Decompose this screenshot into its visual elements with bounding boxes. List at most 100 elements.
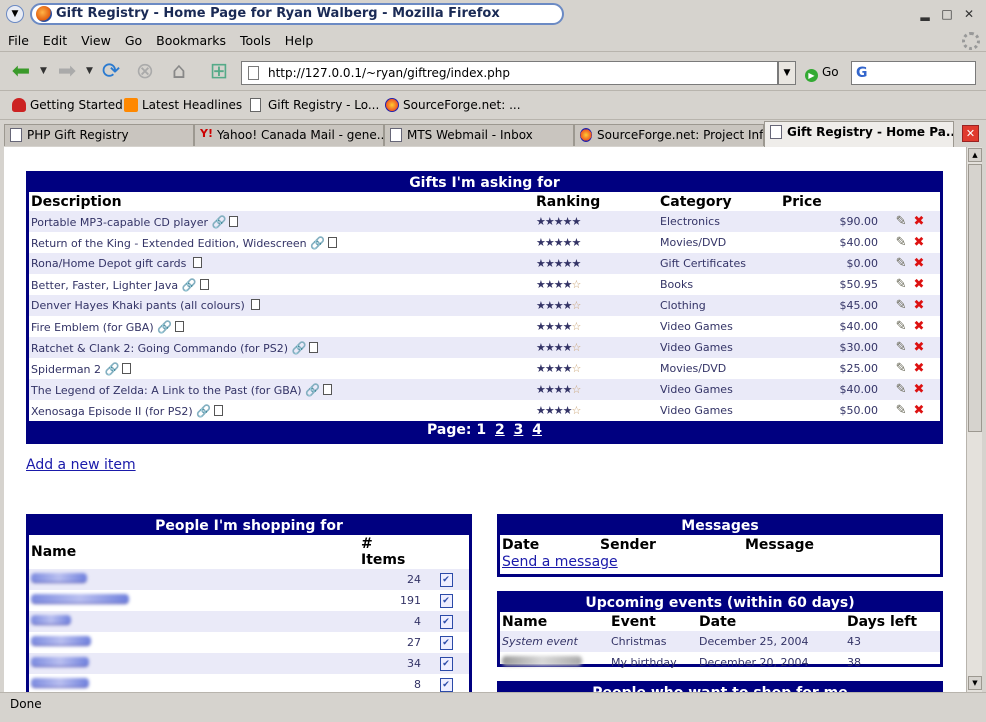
notes-icon[interactable] bbox=[309, 341, 319, 353]
edit-pencil-icon[interactable]: ✎ bbox=[896, 403, 907, 418]
link-icon[interactable]: 🔗 bbox=[182, 278, 197, 292]
gift-name-link[interactable]: The Legend of Zelda: A Link to the Past … bbox=[31, 384, 302, 397]
gift-name-link[interactable]: Better, Faster, Lighter Java bbox=[31, 279, 178, 292]
shopping-name[interactable] bbox=[29, 632, 359, 653]
bookmark-gift-registry[interactable]: Gift Registry - Lo... bbox=[250, 98, 379, 112]
scroll-up-icon[interactable]: ▲ bbox=[968, 148, 982, 162]
delete-icon[interactable]: ✖ bbox=[914, 298, 925, 313]
delete-icon[interactable]: ✖ bbox=[914, 382, 925, 397]
edit-pencil-icon[interactable]: ✎ bbox=[896, 214, 907, 229]
pager-page-2[interactable]: 2 bbox=[495, 422, 505, 438]
tab-mts-webmail[interactable]: MTS Webmail - Inbox bbox=[384, 124, 574, 146]
stop-icon[interactable]: ⊗ bbox=[130, 58, 160, 86]
forward-arrow-icon[interactable]: ➡ bbox=[52, 58, 82, 86]
checklist-icon[interactable]: ✔ bbox=[439, 657, 453, 671]
edit-pencil-icon[interactable]: ✎ bbox=[896, 340, 907, 355]
delete-icon[interactable]: ✖ bbox=[914, 361, 925, 376]
link-icon[interactable]: 🔗 bbox=[157, 320, 172, 334]
edit-pencil-icon[interactable]: ✎ bbox=[896, 298, 907, 313]
shopping-name[interactable] bbox=[29, 590, 359, 611]
shopping-name[interactable] bbox=[29, 653, 359, 674]
checklist-icon[interactable]: ✔ bbox=[439, 636, 453, 650]
menu-view[interactable]: View bbox=[73, 30, 117, 48]
link-icon[interactable]: 🔗 bbox=[105, 362, 120, 376]
minimize-button[interactable]: ▂ bbox=[916, 6, 934, 24]
menu-edit[interactable]: Edit bbox=[35, 30, 73, 48]
menu-bookmarks[interactable]: Bookmarks bbox=[148, 30, 232, 48]
back-arrow-icon[interactable]: ⬅ bbox=[6, 58, 36, 86]
new-tab-icon[interactable]: ⊞ bbox=[204, 58, 234, 86]
menu-help[interactable]: Help bbox=[277, 30, 320, 48]
notes-icon[interactable] bbox=[229, 215, 239, 227]
edit-pencil-icon[interactable]: ✎ bbox=[896, 256, 907, 271]
link-icon[interactable]: 🔗 bbox=[310, 236, 325, 250]
delete-icon[interactable]: ✖ bbox=[914, 277, 925, 292]
notes-icon[interactable] bbox=[122, 362, 132, 374]
scroll-thumb[interactable] bbox=[968, 164, 982, 432]
reload-icon[interactable]: ⟳ bbox=[96, 58, 126, 86]
link-icon[interactable]: 🔗 bbox=[292, 341, 307, 355]
url-dropdown-icon[interactable]: ▼ bbox=[778, 61, 796, 85]
tab-php-gift-registry[interactable]: PHP Gift Registry bbox=[4, 124, 194, 146]
link-icon[interactable]: 🔗 bbox=[305, 383, 320, 397]
maximize-button[interactable]: □ bbox=[938, 6, 956, 24]
edit-pencil-icon[interactable]: ✎ bbox=[896, 361, 907, 376]
vertical-scrollbar[interactable]: ▲ ▼ bbox=[966, 147, 982, 692]
notes-icon[interactable] bbox=[328, 236, 338, 248]
back-dropdown-icon[interactable]: ▼ bbox=[40, 66, 47, 76]
shopping-name[interactable] bbox=[29, 569, 359, 590]
gift-name-link[interactable]: Fire Emblem (for GBA) bbox=[31, 321, 154, 334]
gift-name-link[interactable]: Ratchet & Clank 2: Going Commando (for P… bbox=[31, 342, 288, 355]
scroll-down-icon[interactable]: ▼ bbox=[968, 676, 982, 690]
notes-icon[interactable] bbox=[199, 278, 209, 290]
send-message-link[interactable]: Send a message bbox=[500, 554, 940, 570]
edit-pencil-icon[interactable]: ✎ bbox=[896, 277, 907, 292]
link-icon[interactable]: 🔗 bbox=[196, 404, 211, 418]
delete-icon[interactable]: ✖ bbox=[914, 403, 925, 418]
notes-icon[interactable] bbox=[214, 404, 224, 416]
close-window-button[interactable]: ✕ bbox=[960, 6, 978, 24]
bookmark-getting-started[interactable]: Getting Started bbox=[12, 98, 123, 112]
menu-file[interactable]: File bbox=[0, 30, 35, 48]
shopping-name[interactable] bbox=[29, 611, 359, 632]
delete-icon[interactable]: ✖ bbox=[914, 340, 925, 355]
gift-name-link[interactable]: Rona/Home Depot gift cards bbox=[31, 257, 186, 270]
menu-go[interactable]: Go bbox=[117, 30, 148, 48]
gift-name-link[interactable]: Denver Hayes Khaki pants (all colours) bbox=[31, 299, 245, 312]
tab-gift-registry-home[interactable]: Gift Registry - Home Pa... bbox=[764, 121, 954, 147]
checklist-icon[interactable]: ✔ bbox=[439, 678, 453, 692]
checklist-icon[interactable]: ✔ bbox=[439, 615, 453, 629]
forward-dropdown-icon[interactable]: ▼ bbox=[86, 66, 93, 76]
checklist-icon[interactable]: ✔ bbox=[439, 573, 453, 587]
gift-name-link[interactable]: Return of the King - Extended Edition, W… bbox=[31, 237, 307, 250]
notes-icon[interactable] bbox=[175, 320, 185, 332]
bookmark-sourceforge[interactable]: SourceForge.net: ... bbox=[385, 98, 521, 112]
delete-icon[interactable]: ✖ bbox=[914, 319, 925, 334]
gift-name-link[interactable]: Xenosaga Episode II (for PS2) bbox=[31, 405, 193, 418]
edit-pencil-icon[interactable]: ✎ bbox=[896, 319, 907, 334]
delete-icon[interactable]: ✖ bbox=[914, 214, 925, 229]
url-field[interactable]: http://127.0.0.1/~ryan/giftreg/index.php bbox=[241, 61, 778, 85]
edit-pencil-icon[interactable]: ✎ bbox=[896, 382, 907, 397]
go-button[interactable]: ▶ Go bbox=[805, 65, 839, 82]
delete-icon[interactable]: ✖ bbox=[914, 235, 925, 250]
gift-name-link[interactable]: Spiderman 2 bbox=[31, 363, 101, 376]
link-icon[interactable]: 🔗 bbox=[211, 215, 226, 229]
window-menu-button[interactable]: ▼ bbox=[6, 5, 24, 23]
notes-icon[interactable] bbox=[192, 257, 202, 268]
notes-icon[interactable] bbox=[251, 299, 261, 310]
close-tab-icon[interactable]: ✕ bbox=[962, 125, 979, 142]
pager-page-3[interactable]: 3 bbox=[514, 422, 524, 438]
checklist-icon[interactable]: ✔ bbox=[439, 594, 453, 608]
tab-sourceforge[interactable]: SourceForge.net: Project Inf... bbox=[574, 124, 764, 146]
bookmark-latest-headlines[interactable]: Latest Headlines bbox=[124, 98, 242, 112]
edit-pencil-icon[interactable]: ✎ bbox=[896, 235, 907, 250]
delete-icon[interactable]: ✖ bbox=[914, 256, 925, 271]
menu-tools[interactable]: Tools bbox=[232, 30, 277, 48]
add-item-link[interactable]: Add a new item bbox=[26, 457, 136, 473]
notes-icon[interactable] bbox=[323, 383, 333, 395]
pager-page-4[interactable]: 4 bbox=[532, 422, 542, 438]
search-input[interactable]: G bbox=[851, 61, 976, 85]
shopping-name[interactable] bbox=[29, 674, 359, 692]
home-icon[interactable]: ⌂ bbox=[164, 58, 194, 86]
